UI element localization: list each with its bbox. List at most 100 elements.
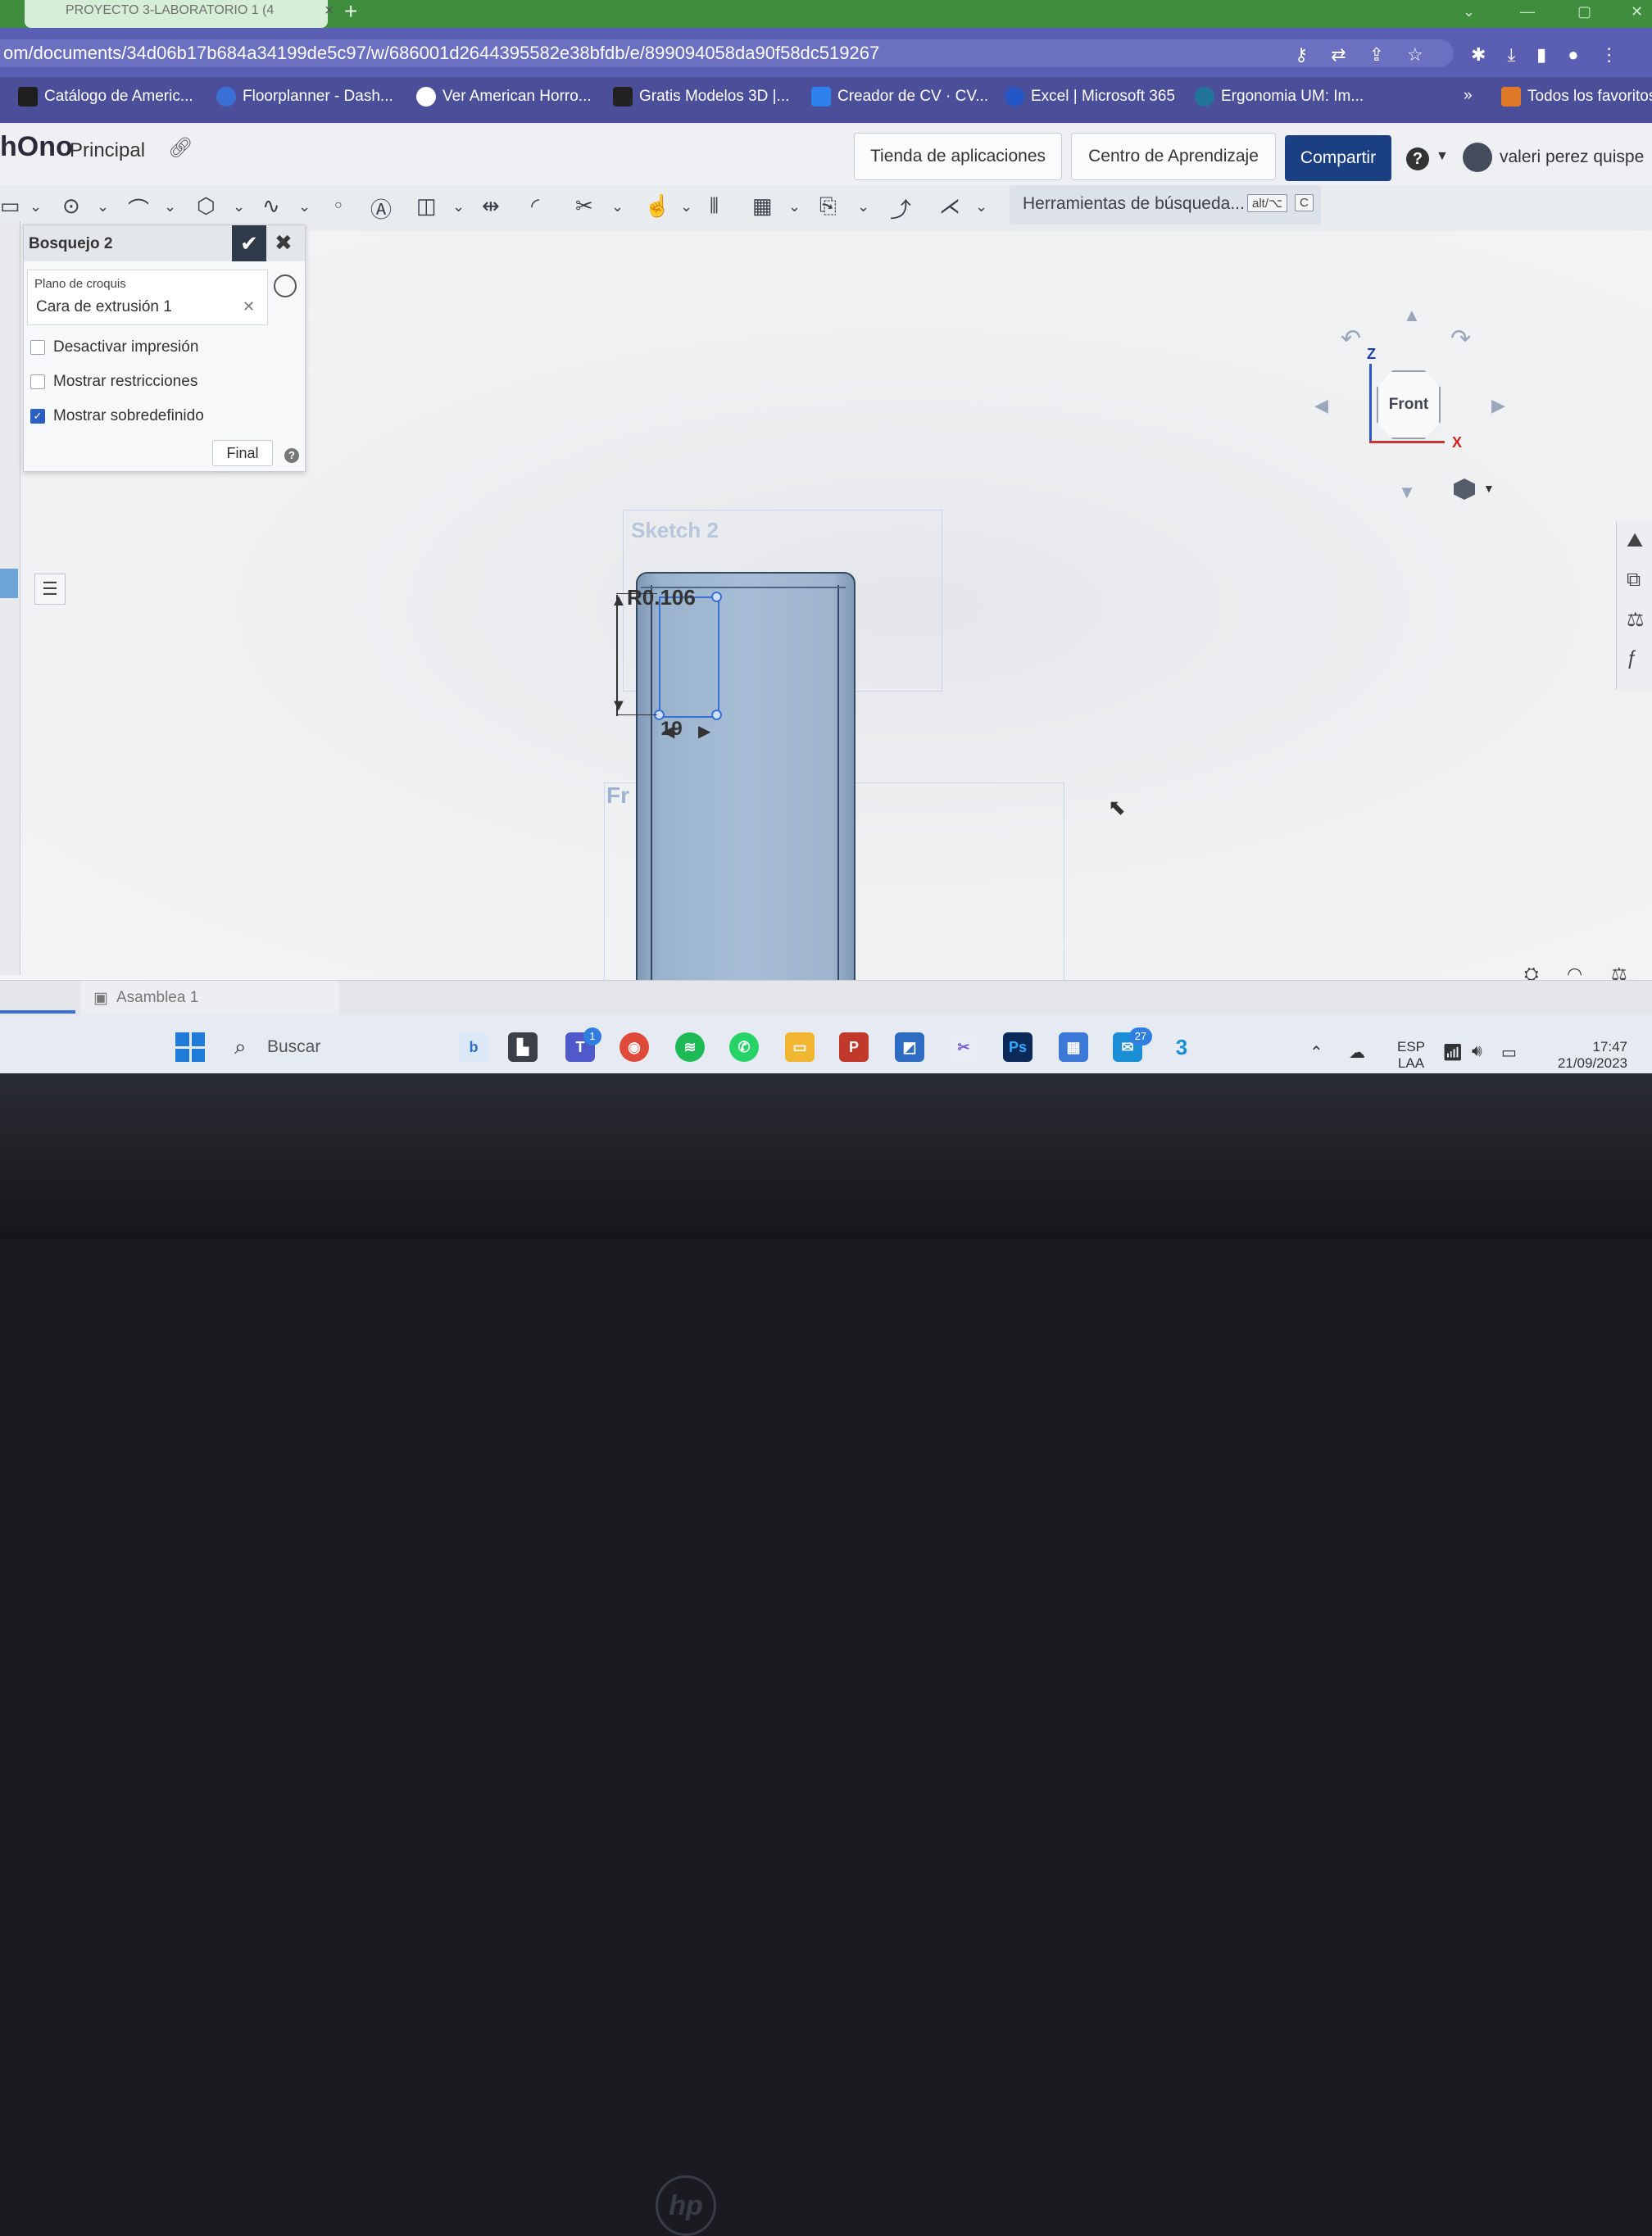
mass-properties-icon[interactable]: ⚖ (1627, 608, 1645, 632)
file-explorer-icon[interactable]: ▭ (785, 1032, 815, 1062)
vertical-dimension[interactable]: R0.106 (627, 585, 696, 610)
sidepanel-icon[interactable]: ▮ (1536, 44, 1546, 66)
parts-panel-icon[interactable]: ⧉ (1627, 569, 1641, 592)
pdf-icon[interactable]: P (839, 1032, 869, 1062)
wifi-icon[interactable]: 📶︎ (1442, 1042, 1463, 1063)
arc-tool-icon[interactable]: ⌒ (128, 193, 149, 224)
search-tools-input[interactable]: Herramientas de búsqueda... alt/⌥ C (1010, 185, 1321, 225)
chevron-down-icon[interactable]: ⌄ (680, 198, 692, 215)
sketch-point[interactable] (711, 710, 722, 720)
app-store-button[interactable]: Tienda de aplicaciones (854, 133, 1062, 180)
rotate-right-icon[interactable]: ▶ (1491, 395, 1505, 416)
app-logo[interactable]: hOno (0, 131, 73, 163)
pattern-tool-icon[interactable]: ▦ (752, 193, 773, 219)
accept-button[interactable]: ✔ (232, 225, 266, 261)
checkbox-checked[interactable]: ✓ (30, 409, 45, 424)
chevron-down-icon[interactable]: ⌄ (611, 198, 624, 215)
slot-tool-icon[interactable]: ⤴ (890, 193, 911, 224)
language-indicator[interactable]: ESP LAA (1393, 1039, 1429, 1072)
chevron-up-icon[interactable]: ⌃ (1309, 1042, 1323, 1063)
url-field[interactable]: om/documents/34d06b17b684a34199de5c97/w/… (0, 39, 1454, 67)
spline-tool-icon[interactable]: ∿ (262, 193, 280, 219)
more-bookmarks[interactable]: » (1464, 87, 1473, 105)
chevron-down-icon[interactable]: ⌄ (97, 198, 109, 215)
cloud-icon[interactable]: ☁ (1349, 1042, 1365, 1063)
bookmark-item[interactable]: Ergonomia UM: Im... (1195, 87, 1364, 107)
bookmark-item[interactable]: Floorplanner - Dash... (216, 87, 393, 107)
clear-icon[interactable]: ✕ (243, 298, 255, 315)
checkbox[interactable] (30, 340, 45, 355)
app-3-icon[interactable]: 3 (1167, 1032, 1196, 1062)
bing-icon[interactable]: b (459, 1032, 488, 1062)
sketch-plane-field[interactable]: Plano de croquis Cara de extrusión 1 ✕ (27, 270, 268, 325)
minimize-icon[interactable]: — (1520, 3, 1535, 20)
volume-icon[interactable]: 🔊︎ (1472, 1042, 1482, 1061)
mirror-tool-icon[interactable]: ⫴ (710, 193, 719, 220)
translate-icon[interactable]: ⇄ (1331, 44, 1346, 66)
bookmark-item[interactable]: Excel | Microsoft 365 (1005, 87, 1175, 107)
polygon-tool-icon[interactable]: ⬡ (197, 193, 216, 219)
option-disable-imprint[interactable]: Desactivar impresión (30, 338, 198, 356)
trim-tool-icon[interactable]: ✂ (575, 193, 593, 219)
chevron-down-icon[interactable]: ▼ (1483, 482, 1495, 495)
use-tool-icon[interactable]: ☝ (644, 193, 670, 219)
all-bookmarks[interactable]: Todos los favoritos (1501, 87, 1652, 107)
help-icon[interactable]: ? (1406, 147, 1429, 170)
horizontal-dimension[interactable]: 19 (660, 718, 683, 741)
snipping-tool-icon[interactable]: ✂ (949, 1032, 978, 1062)
browser-tab[interactable]: PROYECTO 3-LABORATORIO 1 (4 × (25, 0, 334, 28)
new-tab-icon[interactable]: + (344, 0, 357, 25)
variables-icon[interactable]: ƒ (1627, 647, 1637, 670)
menu-icon[interactable]: ⋮ (1600, 44, 1618, 66)
windows-start-icon[interactable] (175, 1032, 205, 1062)
checkbox[interactable] (30, 374, 45, 389)
rotate-up-icon[interactable]: ▲ (1403, 305, 1421, 326)
calendar-icon[interactable]: ▦ (1059, 1032, 1088, 1062)
constraint-tool-icon[interactable]: ⋌ (939, 193, 960, 219)
extensions-icon[interactable]: ✱ (1471, 44, 1486, 66)
close-icon[interactable]: ✖ (275, 230, 293, 256)
document-name[interactable]: Principal (70, 139, 145, 162)
left-panel-tab[interactable] (0, 569, 18, 598)
chrome-icon[interactable]: ◉ (620, 1032, 649, 1062)
text-tool-icon[interactable]: Ⓐ (370, 193, 392, 224)
dxf-import-icon[interactable]: ⎘ (819, 193, 837, 220)
chevron-down-icon[interactable]: ⌄ (30, 198, 42, 215)
chevron-down-icon[interactable]: ⌄ (1463, 3, 1475, 20)
battery-icon[interactable]: ▭ (1501, 1042, 1517, 1063)
bookmark-item[interactable]: Gratis Modelos 3D |... (613, 87, 789, 107)
user-name[interactable]: valeri perez quispe (1500, 147, 1644, 167)
rotate-left-icon[interactable]: ◀ (1314, 395, 1328, 416)
final-button[interactable]: Final (212, 440, 273, 466)
appearance-icon[interactable]: ⛰ (1627, 529, 1643, 552)
chevron-down-icon[interactable]: ▼ (1436, 149, 1449, 164)
help-icon[interactable]: ? (284, 448, 299, 463)
close-icon[interactable]: × (324, 2, 334, 20)
bookmark-item[interactable]: Catálogo de Americ... (18, 87, 193, 107)
rectangle-tool-icon[interactable]: ▭ (0, 193, 20, 219)
option-show-constraints[interactable]: Mostrar restricciones (30, 373, 197, 391)
chevron-down-icon[interactable]: ⌄ (164, 198, 176, 215)
sticky-notes-icon[interactable]: ◩ (895, 1032, 924, 1062)
search-icon[interactable]: ⌕ (234, 1034, 247, 1060)
window-close-icon[interactable]: ✕ (1631, 3, 1643, 20)
fillet-tool-icon[interactable]: ◜ (531, 193, 539, 219)
option-show-overdefined[interactable]: ✓ Mostrar sobredefinido (30, 407, 204, 425)
share-page-icon[interactable]: ⇪ (1369, 44, 1384, 66)
bookmark-item[interactable]: Ver American Horro... (416, 87, 592, 107)
share-button[interactable]: Compartir (1285, 135, 1391, 181)
chevron-down-icon[interactable]: ⌄ (298, 198, 311, 215)
whatsapp-icon[interactable]: ✆ (729, 1032, 759, 1062)
rotate-cw-icon[interactable]: ↷ (1450, 324, 1471, 353)
feature-list-icon[interactable]: ☰ (34, 574, 66, 605)
star-icon[interactable]: ☆ (1407, 44, 1423, 66)
chevron-down-icon[interactable]: ⌄ (975, 198, 987, 215)
taskbar-search[interactable]: Buscar (267, 1037, 320, 1057)
tab-assembly[interactable]: ▣ Asamblea 1 (80, 981, 339, 1015)
dimension-tool-icon[interactable]: ⇹ (482, 193, 500, 219)
circle-tool-icon[interactable]: ⊙ (62, 193, 80, 219)
maximize-icon[interactable]: ▢ (1577, 3, 1591, 20)
construction-tool-icon[interactable]: ◫ (416, 193, 437, 219)
photoshop-icon[interactable]: Ps (1003, 1032, 1032, 1062)
bookmark-item[interactable]: Creador de CV · CV... (811, 87, 988, 107)
